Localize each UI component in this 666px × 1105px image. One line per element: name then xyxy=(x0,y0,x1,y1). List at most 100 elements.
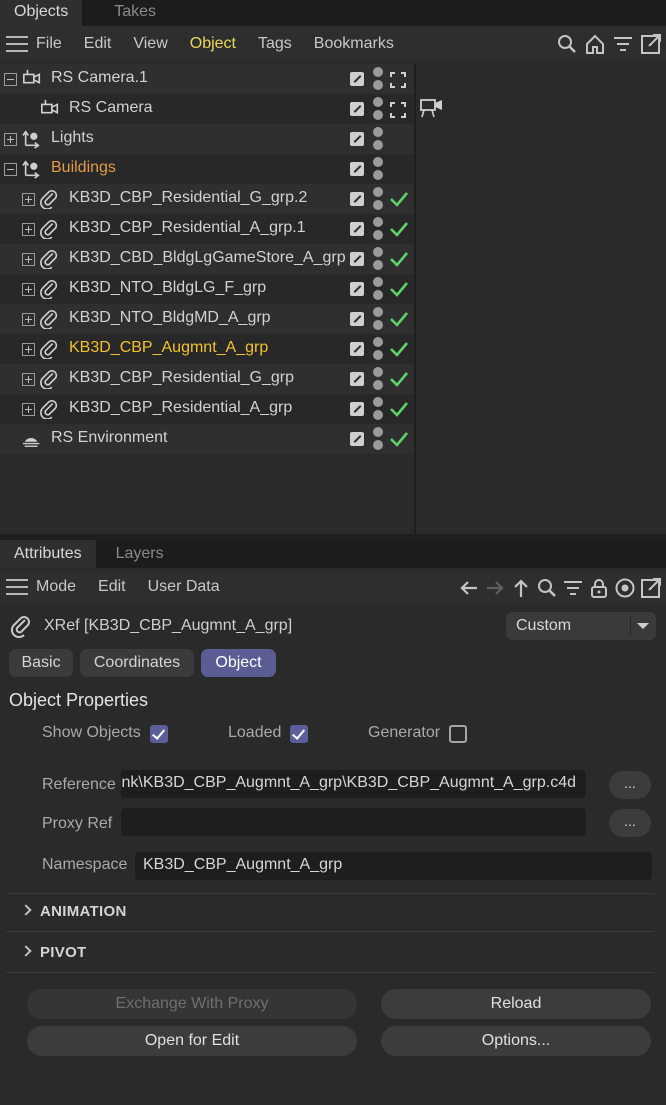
layer-edit-icon[interactable] xyxy=(350,192,364,206)
visibility-dots-icon[interactable] xyxy=(373,396,383,422)
menu-edit[interactable]: Edit xyxy=(98,578,126,596)
arrow-right-icon[interactable] xyxy=(484,577,506,599)
tree-item-label[interactable]: RS Camera.1 xyxy=(51,69,148,87)
tree-item-label[interactable]: RS Environment xyxy=(51,429,168,447)
loaded-checkbox[interactable] xyxy=(290,725,308,743)
tab-layers[interactable]: Layers xyxy=(102,540,178,568)
menu-tags[interactable]: Tags xyxy=(258,35,292,53)
exchange-with-proxy-button[interactable]: Exchange With Proxy xyxy=(27,989,357,1019)
tree-row[interactable]: KB3D_CBP_Residential_A_grp xyxy=(0,394,414,424)
search-icon[interactable] xyxy=(536,577,558,599)
layer-edit-icon[interactable] xyxy=(350,372,364,386)
tree-item-label[interactable]: KB3D_NTO_BldgMD_A_grp xyxy=(69,309,271,327)
camera-target-icon[interactable] xyxy=(390,102,406,118)
namespace-field[interactable]: KB3D_CBP_Augmnt_A_grp xyxy=(135,852,652,880)
layer-edit-icon[interactable] xyxy=(350,282,364,296)
target-icon[interactable] xyxy=(614,577,636,599)
tab-object[interactable]: Object xyxy=(201,649,276,677)
layer-edit-icon[interactable] xyxy=(350,252,364,266)
tree-item-label[interactable]: RS Camera xyxy=(69,99,153,117)
collapse-icon[interactable] xyxy=(4,73,17,86)
visibility-dots-icon[interactable] xyxy=(373,186,383,212)
search-icon[interactable] xyxy=(556,33,578,55)
menu-file[interactable]: File xyxy=(36,35,62,53)
collapse-icon[interactable] xyxy=(4,163,17,176)
visibility-dots-icon[interactable] xyxy=(373,336,383,362)
tree-item-label[interactable]: KB3D_CBD_BldgLgGameStore_A_grp xyxy=(69,249,346,267)
layer-edit-icon[interactable] xyxy=(350,132,364,146)
layer-edit-icon[interactable] xyxy=(350,342,364,356)
visibility-dots-icon[interactable] xyxy=(373,66,383,92)
tree-row[interactable]: KB3D_CBP_Residential_A_grp.1 xyxy=(0,214,414,244)
hamburger-menu-icon[interactable] xyxy=(6,579,28,595)
enabled-check-icon[interactable] xyxy=(389,250,409,268)
tree-row[interactable]: Lights xyxy=(0,124,414,154)
expand-icon[interactable] xyxy=(22,373,35,386)
menu-user-data[interactable]: User Data xyxy=(148,578,220,596)
tree-item-label[interactable]: Lights xyxy=(51,129,94,147)
menu-bookmarks[interactable]: Bookmarks xyxy=(314,35,394,53)
layer-edit-icon[interactable] xyxy=(350,432,364,446)
visibility-dots-icon[interactable] xyxy=(373,156,383,182)
expand-icon[interactable] xyxy=(22,283,35,296)
expand-icon[interactable] xyxy=(22,313,35,326)
tree-row[interactable]: KB3D_CBP_Residential_G_grp xyxy=(0,364,414,394)
tree-item-label[interactable]: KB3D_CBP_Residential_G_grp.2 xyxy=(69,189,307,207)
enabled-check-icon[interactable] xyxy=(389,190,409,208)
tree-row[interactable]: RS Camera.1 xyxy=(0,64,414,94)
tree-row[interactable]: Buildings xyxy=(0,154,414,184)
expand-icon[interactable] xyxy=(22,253,35,266)
generator-checkbox[interactable] xyxy=(449,725,467,743)
layer-edit-icon[interactable] xyxy=(350,222,364,236)
hamburger-menu-icon[interactable] xyxy=(6,36,28,52)
enabled-check-icon[interactable] xyxy=(389,220,409,238)
tab-coordinates[interactable]: Coordinates xyxy=(80,649,194,677)
reload-button[interactable]: Reload xyxy=(381,989,651,1019)
tab-takes[interactable]: Takes xyxy=(100,0,170,26)
layer-edit-icon[interactable] xyxy=(350,162,364,176)
expand-icon[interactable] xyxy=(22,343,35,356)
camera-target-icon[interactable] xyxy=(390,72,406,88)
menu-mode[interactable]: Mode xyxy=(36,578,76,596)
tree-row[interactable]: KB3D_CBD_BldgLgGameStore_A_grp xyxy=(0,244,414,274)
proxy-ref-browse-button[interactable]: ... xyxy=(609,809,651,837)
arrow-up-icon[interactable] xyxy=(510,577,532,599)
layer-edit-icon[interactable] xyxy=(350,72,364,86)
visibility-dots-icon[interactable] xyxy=(373,96,383,122)
enabled-check-icon[interactable] xyxy=(389,400,409,418)
object-tree[interactable]: RS Camera.1 RS Camera Lights Buildings KB3D_… xyxy=(0,64,666,534)
tree-item-label[interactable]: KB3D_CBP_Residential_A_grp xyxy=(69,399,292,417)
pivot-group-header[interactable]: PIVOT xyxy=(20,944,87,961)
tree-row[interactable]: KB3D_CBP_Augmnt_A_grp xyxy=(0,334,414,364)
arrow-left-icon[interactable] xyxy=(458,577,480,599)
tree-item-label[interactable]: KB3D_CBP_Residential_A_grp.1 xyxy=(69,219,306,237)
filter-icon[interactable] xyxy=(562,577,584,599)
home-icon[interactable] xyxy=(584,33,606,55)
menu-edit[interactable]: Edit xyxy=(84,35,112,53)
tab-basic[interactable]: Basic xyxy=(9,649,73,677)
enabled-check-icon[interactable] xyxy=(389,370,409,388)
layer-edit-icon[interactable] xyxy=(350,402,364,416)
reference-field[interactable]: unk\KB3D_CBP_Augmnt_A_grp\KB3D_CBP_Augmn… xyxy=(121,770,586,798)
expand-icon[interactable] xyxy=(4,133,17,146)
visibility-dots-icon[interactable] xyxy=(373,126,383,152)
tree-row[interactable]: RS Camera xyxy=(0,94,414,124)
reference-browse-button[interactable]: ... xyxy=(609,771,651,799)
tree-item-label[interactable]: KB3D_NTO_BldgLG_F_grp xyxy=(69,279,266,297)
visibility-dots-icon[interactable] xyxy=(373,276,383,302)
rs-camera-tag-icon[interactable] xyxy=(420,97,444,119)
tree-row[interactable]: KB3D_NTO_BldgMD_A_grp xyxy=(0,304,414,334)
visibility-dots-icon[interactable] xyxy=(373,366,383,392)
expand-icon[interactable] xyxy=(22,223,35,236)
expand-icon[interactable] xyxy=(22,193,35,206)
enabled-check-icon[interactable] xyxy=(389,430,409,448)
layer-edit-icon[interactable] xyxy=(350,312,364,326)
visibility-dots-icon[interactable] xyxy=(373,216,383,242)
menu-view[interactable]: View xyxy=(133,35,167,53)
menu-object[interactable]: Object xyxy=(190,35,236,53)
open-for-edit-button[interactable]: Open for Edit xyxy=(27,1026,357,1056)
visibility-dots-icon[interactable] xyxy=(373,306,383,332)
lock-icon[interactable] xyxy=(588,577,610,599)
enabled-check-icon[interactable] xyxy=(389,310,409,328)
visibility-dots-icon[interactable] xyxy=(373,426,383,452)
